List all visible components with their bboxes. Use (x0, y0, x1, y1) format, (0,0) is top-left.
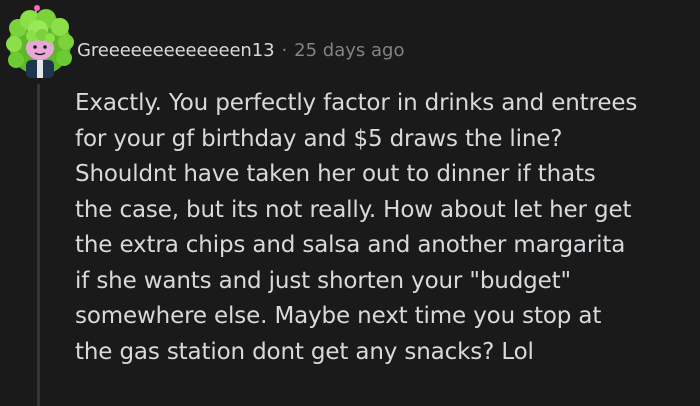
meta-separator: · (281, 39, 288, 61)
comment-line: for your gf birthday and $5 draws the li… (75, 125, 563, 152)
comment-line: Shouldnt have taken her out to dinner if… (75, 161, 596, 187)
comment-body: Exactly. You perfectly factor in drinks … (75, 86, 695, 370)
comment-screenshot: Greeeeeeeeeeeeen13 · 25 days ago Exactly… (0, 0, 700, 406)
comment-line: if she wants and just shorten your "budg… (75, 267, 571, 294)
thread-collapse-line[interactable] (37, 84, 40, 406)
comment-line: the gas station dont get any snacks? Lol (75, 338, 534, 365)
comment-header: Greeeeeeeeeeeeen13 · 25 days ago (77, 35, 404, 65)
comment-line: somewhere else. Maybe next time you stop… (75, 303, 602, 329)
comment-line: Exactly. You perfectly factor in drinks … (75, 90, 638, 116)
comment-line: the extra chips and salsa and another ma… (75, 232, 626, 258)
username-link[interactable]: Greeeeeeeeeeeeen13 (77, 40, 275, 61)
avatar-graphic (6, 5, 74, 78)
user-avatar-icon[interactable] (4, 4, 76, 80)
comment-line: the case, but its not really. How about … (75, 196, 632, 223)
comment-timestamp[interactable]: 25 days ago (294, 40, 404, 61)
